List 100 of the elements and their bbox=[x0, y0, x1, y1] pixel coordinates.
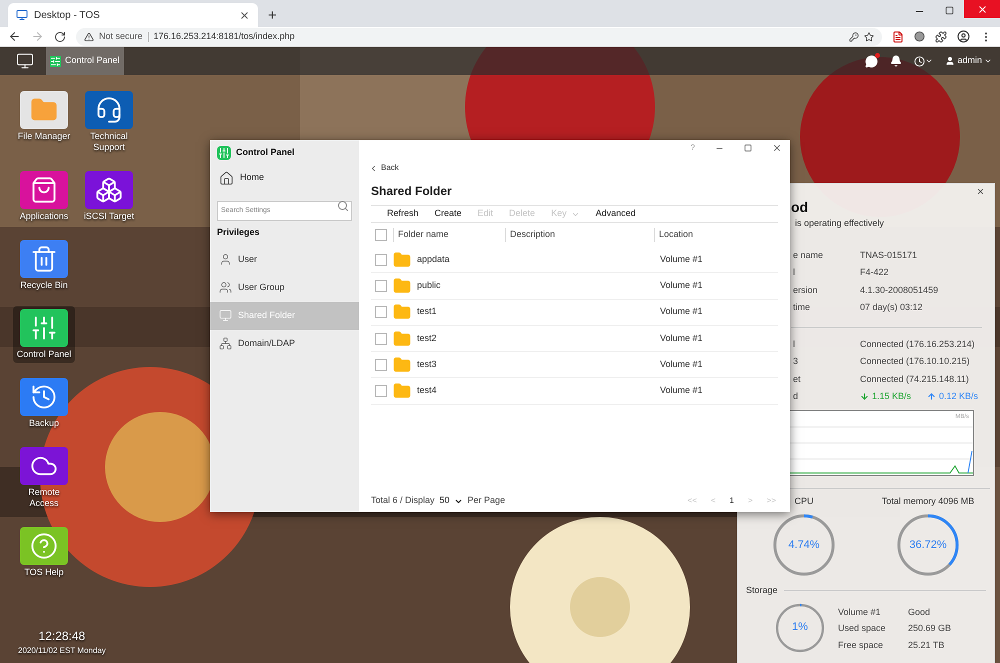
user-menu[interactable]: admin bbox=[945, 54, 992, 68]
row-checkbox[interactable] bbox=[375, 280, 387, 292]
row-checkbox[interactable] bbox=[375, 358, 387, 371]
folder-icon bbox=[393, 250, 411, 269]
sidebar-item[interactable]: User bbox=[210, 246, 359, 274]
network-label: et bbox=[793, 372, 802, 386]
upload-speed: 0.12 KB/s bbox=[939, 390, 978, 403]
app-logo-icon bbox=[217, 146, 231, 160]
extensions-icon[interactable] bbox=[935, 30, 947, 42]
pdf-extension-icon[interactable] bbox=[892, 30, 904, 42]
sidebar-item[interactable]: User Group bbox=[210, 274, 359, 302]
per-page-select[interactable]: 50 bbox=[440, 494, 463, 508]
gauge-reading: 36.72% bbox=[909, 538, 947, 553]
iscsi-icon bbox=[95, 176, 123, 204]
table-row[interactable]: test3 Volume #1 bbox=[371, 352, 778, 378]
location-cell-text: Volume #1 bbox=[660, 384, 703, 398]
desktop-shortcut[interactable]: iSCSI Target bbox=[78, 168, 140, 225]
address-bar[interactable]: Not secure 176.16.253.214:8181/tos/index.php bbox=[76, 28, 882, 46]
row-checkbox[interactable] bbox=[375, 385, 387, 398]
desktop-shortcut[interactable]: Technical Support bbox=[78, 88, 140, 156]
home-nav[interactable]: Home bbox=[210, 168, 359, 188]
maximize-icon[interactable] bbox=[744, 144, 752, 152]
info-value: TNAS-015171 bbox=[860, 248, 918, 262]
close-icon[interactable] bbox=[772, 143, 782, 153]
per-page-label: Per Page bbox=[468, 494, 506, 508]
start-logo-icon[interactable] bbox=[16, 52, 34, 70]
storage-title: Storage bbox=[746, 584, 778, 597]
location-cell-text: Volume #1 bbox=[660, 279, 703, 292]
support-icon bbox=[95, 96, 123, 124]
gauge-reading: 1% bbox=[792, 620, 808, 636]
user-icon bbox=[945, 56, 956, 66]
select-all-checkbox[interactable] bbox=[375, 229, 387, 241]
window-title: Control Panel bbox=[236, 146, 295, 160]
desktop-shortcut[interactable]: TOS Help bbox=[13, 524, 75, 581]
folder-icon bbox=[393, 276, 411, 295]
back-link[interactable]: Back bbox=[369, 162, 399, 174]
table-row[interactable]: public Volume #1 bbox=[371, 273, 778, 300]
table-row[interactable]: test1 Volume #1 bbox=[371, 300, 778, 326]
messages-icon[interactable] bbox=[865, 54, 878, 68]
clock-menu-icon[interactable] bbox=[914, 56, 934, 66]
location-cell-text: Volume #1 bbox=[660, 358, 703, 372]
extension-circle-icon[interactable] bbox=[914, 31, 925, 42]
chevron-left-icon bbox=[369, 164, 378, 172]
info-value: F4-422 bbox=[860, 266, 890, 279]
caret-icon bbox=[984, 57, 992, 65]
column-header[interactable]: Folder name bbox=[393, 228, 505, 242]
group-icon bbox=[219, 281, 232, 294]
column-header[interactable]: Location bbox=[654, 228, 778, 242]
toolbar-button[interactable]: Refresh bbox=[387, 207, 419, 221]
location-cell-text: Volume #1 bbox=[660, 305, 703, 318]
help-icon bbox=[30, 532, 58, 560]
shop-icon bbox=[30, 176, 58, 204]
browser-tab[interactable]: Desktop - TOS bbox=[8, 3, 258, 27]
desktop-shortcut[interactable]: File Manager bbox=[13, 88, 75, 156]
folder-name: test4 bbox=[417, 384, 438, 398]
desktop-shortcut[interactable]: Applications bbox=[13, 168, 75, 225]
folder-icon bbox=[393, 382, 411, 400]
desktop-shortcut[interactable]: Control Panel bbox=[13, 306, 75, 363]
url-text: 176.16.253.214:8181/tos/index.php bbox=[154, 30, 295, 43]
page-heading: Shared Folder bbox=[371, 183, 453, 200]
pager-button[interactable]: 1 bbox=[730, 495, 734, 507]
profile-avatar-icon[interactable] bbox=[957, 30, 970, 43]
recycle-icon bbox=[30, 245, 58, 273]
back-icon[interactable] bbox=[8, 30, 21, 43]
network-status: Connected (176.10.10.215) bbox=[860, 355, 971, 368]
row-checkbox[interactable] bbox=[375, 254, 387, 266]
info-label: time bbox=[793, 301, 812, 314]
network-label: l bbox=[793, 338, 796, 350]
row-checkbox[interactable] bbox=[375, 306, 387, 318]
row-checkbox[interactable] bbox=[375, 332, 387, 345]
backup-icon bbox=[30, 383, 58, 411]
column-header[interactable]: Description bbox=[505, 228, 654, 242]
network-status: Connected (74.215.148.11) bbox=[860, 372, 970, 386]
reload-icon[interactable] bbox=[54, 30, 66, 42]
toolbar-button[interactable]: Create bbox=[434, 207, 462, 221]
table-row[interactable]: test4 Volume #1 bbox=[371, 378, 778, 405]
speed-label: d bbox=[793, 390, 800, 403]
storage-value: 250.69 GB bbox=[908, 622, 952, 635]
bookmark-star-icon[interactable] bbox=[864, 32, 874, 42]
storage-label: Volume #1 bbox=[838, 606, 882, 618]
key-icon[interactable] bbox=[849, 32, 859, 42]
warning-icon bbox=[84, 32, 94, 42]
folder-name: test1 bbox=[417, 305, 438, 318]
desktop-shortcut[interactable]: Recycle Bin bbox=[13, 237, 75, 294]
info-label: ersion bbox=[793, 284, 819, 296]
new-tab-button[interactable]: + bbox=[268, 8, 277, 23]
table-row[interactable]: appdata Volume #1 bbox=[371, 247, 778, 274]
search-icon bbox=[337, 200, 349, 212]
status-subtitle: is operating effectively bbox=[794, 217, 885, 230]
sidebar-item[interactable]: Domain/LDAP bbox=[210, 330, 359, 358]
user-icon bbox=[219, 253, 232, 266]
folder-name: test2 bbox=[417, 332, 438, 345]
close-tab-icon[interactable] bbox=[239, 10, 250, 20]
toolbar-button[interactable]: Advanced bbox=[596, 207, 636, 221]
taskbar-app[interactable]: Control Panel bbox=[46, 47, 124, 75]
info-value: 07 day(s) 03:12 bbox=[860, 301, 924, 314]
bell-icon[interactable] bbox=[890, 55, 902, 67]
desktop-shortcut[interactable]: Backup bbox=[13, 375, 75, 432]
table-row[interactable]: test2 Volume #1 bbox=[371, 326, 778, 352]
close-icon[interactable] bbox=[976, 187, 985, 196]
